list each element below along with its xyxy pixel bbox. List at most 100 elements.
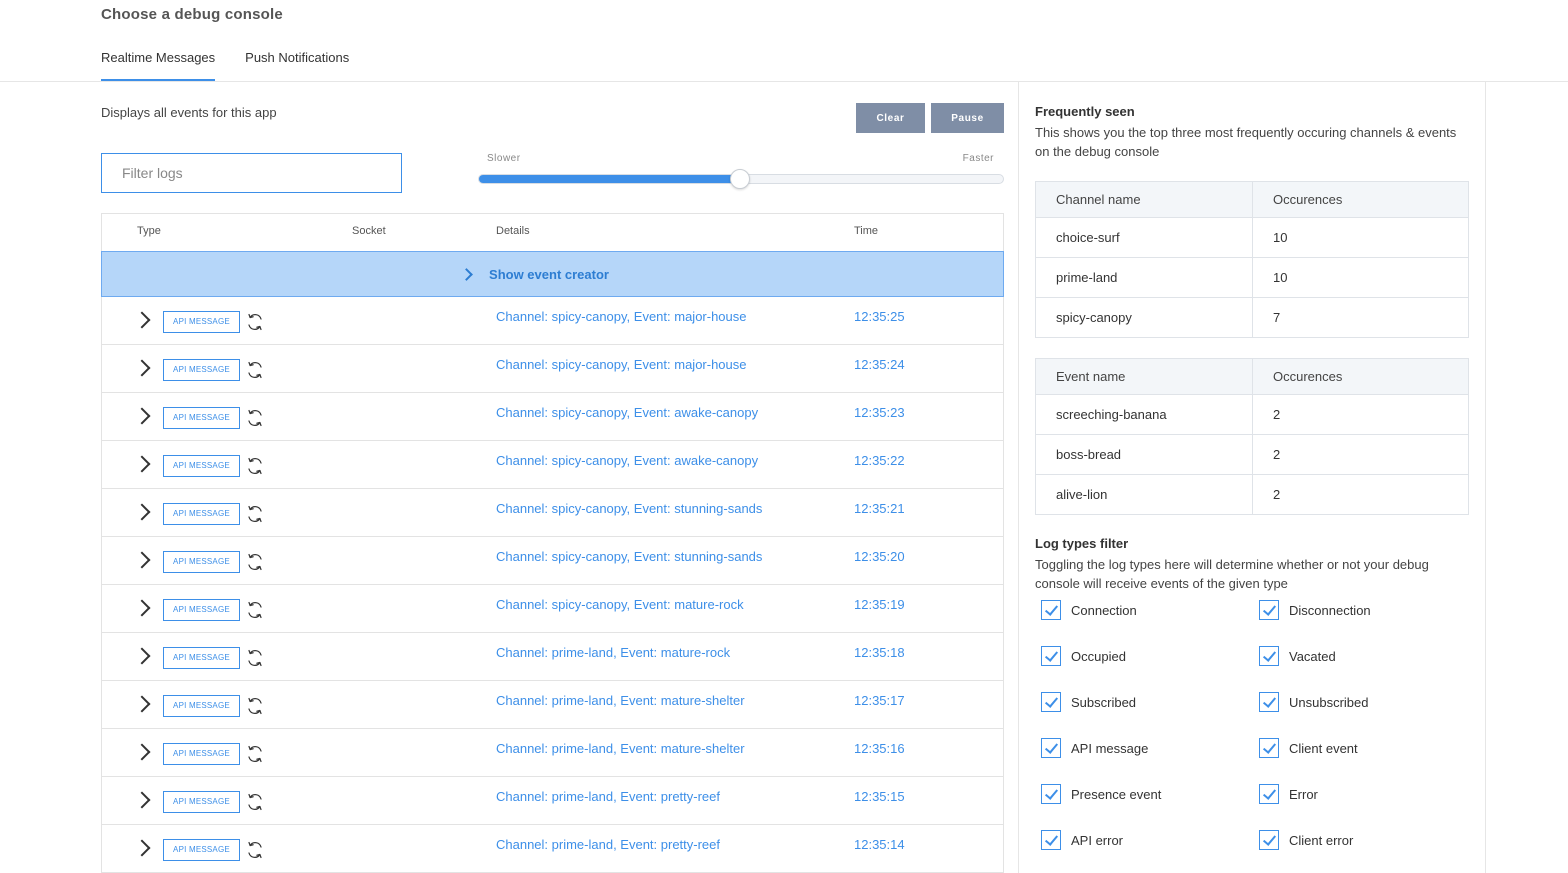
tab-realtime-messages[interactable]: Realtime Messages xyxy=(101,50,216,82)
checkbox-presence-event[interactable]: Presence event xyxy=(1041,784,1161,804)
table-row[interactable]: API MESSAGE Channel: spicy-canopy, Event:… xyxy=(102,441,1003,489)
row-count: 10 xyxy=(1252,257,1469,298)
checkbox-check-icon[interactable] xyxy=(1259,784,1279,804)
checkbox-unsubscribed[interactable]: Unsubscribed xyxy=(1259,692,1369,712)
pause-button[interactable]: Pause xyxy=(931,103,1004,133)
checkbox-vacated[interactable]: Vacated xyxy=(1259,646,1336,666)
chevron-right-icon[interactable] xyxy=(133,503,151,521)
log-types-description: Toggling the log types here will determi… xyxy=(1035,557,1429,591)
checkbox-disconnection[interactable]: Disconnection xyxy=(1259,600,1371,620)
events-header-count: Occurences xyxy=(1252,358,1469,395)
events-freq-table: Event name Occurences screeching-banana 2… xyxy=(1035,358,1469,515)
row-name: prime-land xyxy=(1035,257,1253,298)
table-row: prime-land 10 xyxy=(1035,257,1469,298)
table-row[interactable]: API MESSAGE Channel: spicy-canopy, Event:… xyxy=(102,345,1003,393)
panel-divider-right xyxy=(1485,82,1486,873)
checkbox-check-icon[interactable] xyxy=(1041,600,1061,620)
chevron-right-icon[interactable] xyxy=(133,359,151,377)
slider-slower-label: Slower xyxy=(487,153,521,164)
checkbox-check-icon[interactable] xyxy=(1259,600,1279,620)
chevron-right-icon[interactable] xyxy=(133,407,151,425)
table-row[interactable]: API MESSAGE Channel: spicy-canopy, Event:… xyxy=(102,585,1003,633)
checkbox-label: Subscribed xyxy=(1071,694,1137,710)
checkbox-check-icon[interactable] xyxy=(1041,738,1061,758)
tab-push-notifications[interactable]: Push Notifications xyxy=(245,50,349,82)
event-details-link[interactable]: Channel: spicy-canopy, Event: awake-cano… xyxy=(496,405,758,420)
show-event-creator-button[interactable]: Show event creator xyxy=(101,251,1004,297)
table-row[interactable]: API MESSAGE Channel: spicy-canopy, Event:… xyxy=(102,489,1003,537)
row-count: 10 xyxy=(1252,217,1469,258)
sync-icon xyxy=(248,841,262,859)
checkbox-label: Disconnection xyxy=(1289,602,1371,618)
checkbox-api-message[interactable]: API message xyxy=(1041,738,1148,758)
event-details-link[interactable]: Channel: prime-land, Event: mature-rock xyxy=(496,645,730,660)
sync-icon xyxy=(248,553,262,571)
checkbox-error[interactable]: Error xyxy=(1259,784,1318,804)
table-row[interactable]: API MESSAGE Channel: prime-land, Event: p… xyxy=(102,777,1003,825)
chevron-right-icon[interactable] xyxy=(133,839,151,857)
sync-icon xyxy=(248,409,262,427)
chevron-right-icon[interactable] xyxy=(133,599,151,617)
checkbox-client-event[interactable]: Client event xyxy=(1259,738,1358,758)
event-details-link[interactable]: Channel: spicy-canopy, Event: major-hous… xyxy=(496,309,747,324)
event-details-link[interactable]: Channel: spicy-canopy, Event: stunning-s… xyxy=(496,501,762,516)
table-row[interactable]: API MESSAGE Channel: prime-land, Event: m… xyxy=(102,729,1003,777)
table-row: choice-surf 10 xyxy=(1035,217,1469,258)
checkbox-check-icon[interactable] xyxy=(1041,830,1061,850)
chevron-right-icon[interactable] xyxy=(133,695,151,713)
checkbox-label: Connection xyxy=(1071,602,1137,618)
table-row[interactable]: API MESSAGE Channel: prime-land, Event: p… xyxy=(102,825,1003,873)
table-row[interactable]: API MESSAGE Channel: spicy-canopy, Event:… xyxy=(102,393,1003,441)
table-row[interactable]: API MESSAGE Channel: prime-land, Event: m… xyxy=(102,681,1003,729)
checkbox-label: Occupied xyxy=(1071,648,1126,664)
checkbox-label: Presence event xyxy=(1071,786,1162,802)
checkbox-check-icon[interactable] xyxy=(1041,646,1061,666)
chevron-right-icon[interactable] xyxy=(133,743,151,761)
event-details-link[interactable]: Channel: spicy-canopy, Event: mature-roc… xyxy=(496,597,744,612)
event-details-link[interactable]: Channel: spicy-canopy, Event: awake-cano… xyxy=(496,453,758,468)
type-badge: API MESSAGE xyxy=(163,743,240,765)
type-badge: API MESSAGE xyxy=(163,359,240,381)
checkbox-check-icon[interactable] xyxy=(1259,738,1279,758)
slider-thumb[interactable] xyxy=(729,169,750,189)
event-time: 12:35:23 xyxy=(854,405,905,420)
event-details-link[interactable]: Channel: prime-land, Event: pretty-reef xyxy=(496,789,720,804)
filter-logs-input[interactable] xyxy=(101,153,402,193)
table-header: Type Socket Details Time xyxy=(102,214,1003,251)
chevron-right-icon[interactable] xyxy=(133,647,151,665)
speed-slider[interactable] xyxy=(478,169,1004,189)
table-row: alive-lion 2 xyxy=(1035,474,1469,515)
panel-divider xyxy=(1018,82,1019,873)
checkbox-check-icon[interactable] xyxy=(1259,646,1279,666)
clear-button[interactable]: Clear xyxy=(856,103,925,133)
event-time: 12:35:18 xyxy=(854,645,905,660)
checkbox-occupied[interactable]: Occupied xyxy=(1041,646,1126,666)
table-row[interactable]: API MESSAGE Channel: spicy-canopy, Event:… xyxy=(102,297,1003,345)
table-row[interactable]: API MESSAGE Channel: prime-land, Event: m… xyxy=(102,633,1003,681)
table-row[interactable]: API MESSAGE Channel: spicy-canopy, Event:… xyxy=(102,537,1003,585)
checkbox-client-error[interactable]: Client error xyxy=(1259,830,1353,850)
event-details-link[interactable]: Channel: spicy-canopy, Event: stunning-s… xyxy=(496,549,762,564)
event-details-link[interactable]: Channel: spicy-canopy, Event: major-hous… xyxy=(496,357,747,372)
checkbox-connection[interactable]: Connection xyxy=(1041,600,1137,620)
checkbox-check-icon[interactable] xyxy=(1259,830,1279,850)
event-details-link[interactable]: Channel: prime-land, Event: pretty-reef xyxy=(496,837,720,852)
checkbox-check-icon[interactable] xyxy=(1041,692,1061,712)
checkbox-check-icon[interactable] xyxy=(1041,784,1061,804)
table-row: boss-bread 2 xyxy=(1035,434,1469,475)
event-details-link[interactable]: Channel: prime-land, Event: mature-shelt… xyxy=(496,693,745,708)
event-time: 12:35:20 xyxy=(854,549,905,564)
chevron-right-icon[interactable] xyxy=(133,455,151,473)
chevron-right-icon[interactable] xyxy=(133,551,151,569)
sync-icon xyxy=(248,745,262,763)
checkbox-label: API message xyxy=(1071,740,1149,756)
checkbox-subscribed[interactable]: Subscribed xyxy=(1041,692,1136,712)
checkbox-check-icon[interactable] xyxy=(1259,692,1279,712)
chevron-right-icon[interactable] xyxy=(133,311,151,329)
tab-bar: Realtime Messages Push Notifications xyxy=(101,50,349,82)
sync-icon xyxy=(248,505,262,523)
checkbox-api-error[interactable]: API error xyxy=(1041,830,1123,850)
frequently-seen-description: This shows you the top three most freque… xyxy=(1035,125,1457,159)
chevron-right-icon[interactable] xyxy=(133,791,151,809)
event-details-link[interactable]: Channel: prime-land, Event: mature-shelt… xyxy=(496,741,745,756)
